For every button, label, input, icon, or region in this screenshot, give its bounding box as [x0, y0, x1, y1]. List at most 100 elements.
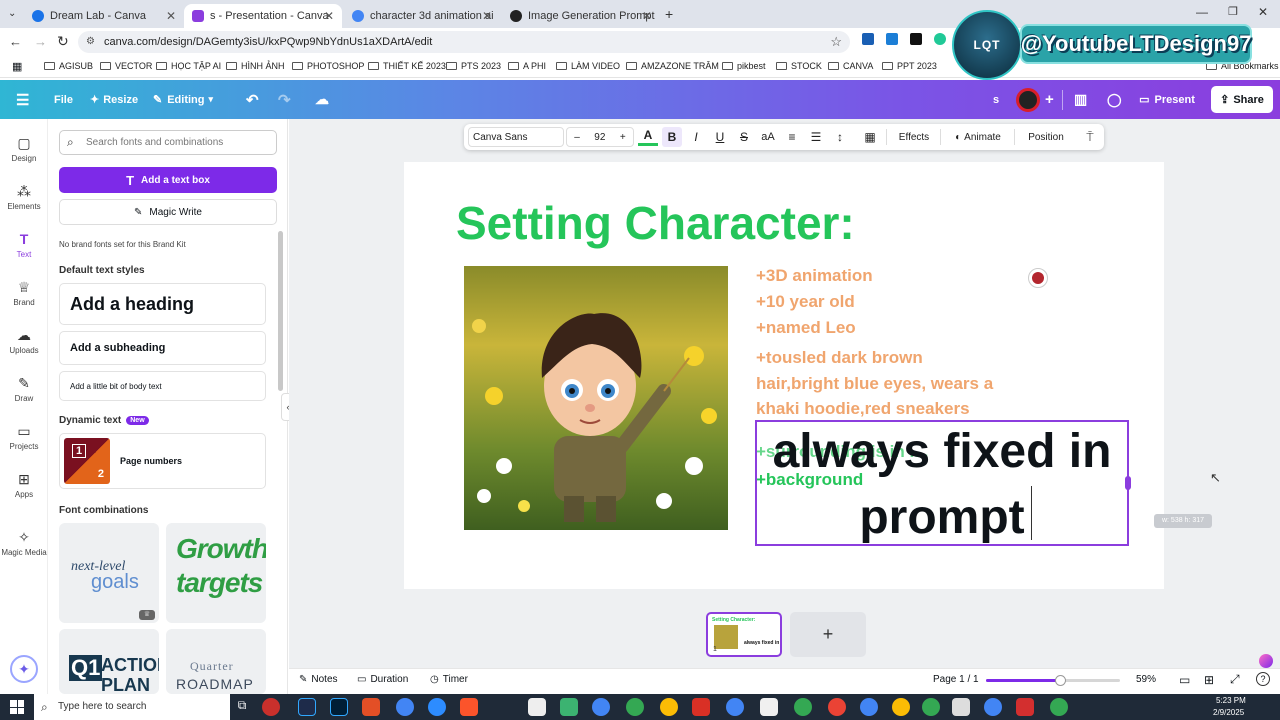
font-combo-quarter-roadmap[interactable]: Quarter ROADMAP — [166, 629, 266, 694]
resize-button[interactable]: ✦ Resize — [90, 80, 138, 119]
task-view-icon[interactable]: ⧉ — [233, 698, 251, 716]
bookmark-folder[interactable]: HÌNH ẢNH — [226, 61, 285, 71]
taskbar-app-icon[interactable] — [828, 698, 846, 716]
taskbar-app-icon[interactable] — [794, 698, 812, 716]
bookmark-folder[interactable]: A PHI — [508, 61, 546, 71]
bookmark-folder[interactable]: AMZAZONE TRÂM — [626, 61, 719, 71]
magic-write-button[interactable]: ✎ Magic Write — [59, 199, 277, 225]
bookmark-folder[interactable]: PHOTOSHOP — [292, 61, 364, 71]
selected-text-box[interactable]: always fixed in prompt — [755, 420, 1129, 546]
trait-hair[interactable]: +tousled dark brown — [756, 348, 923, 368]
taskbar-app-icon[interactable] — [428, 698, 446, 716]
duration-button[interactable]: ▭ Duration — [357, 674, 408, 685]
browser-tab-1[interactable]: Dream Lab - Canva ✕ — [24, 4, 184, 28]
taskbar-app-icon[interactable] — [1016, 698, 1034, 716]
tab-list-chevron-icon[interactable]: ⌄ — [8, 8, 16, 19]
taskbar-app-icon[interactable] — [760, 698, 778, 716]
extension-icon[interactable] — [862, 33, 874, 45]
rail-brand[interactable]: ♕ Brand — [0, 279, 48, 307]
effects-button[interactable]: Effects — [894, 124, 934, 150]
zoom-value[interactable]: 59% — [1136, 674, 1156, 685]
extension-icon[interactable] — [934, 33, 946, 45]
panel-scrollbar[interactable] — [278, 231, 283, 391]
minimize-window-icon[interactable]: — — [1196, 5, 1208, 19]
fullscreen-icon[interactable]: ⤢ — [1230, 672, 1240, 687]
site-info-icon[interactable]: ⚙ — [86, 31, 95, 53]
bookmark-folder[interactable]: CANVA — [828, 61, 873, 71]
rail-apps[interactable]: ⊞ Apps — [0, 471, 48, 499]
rail-projects[interactable]: ▭ Projects — [0, 423, 48, 451]
main-menu-hamburger-icon[interactable]: ☰ — [16, 80, 29, 119]
bold-icon[interactable]: B — [662, 127, 682, 147]
font-combo-next-level-goals[interactable]: next-level goals ♕ — [59, 523, 159, 623]
zoom-slider-thumb[interactable] — [1054, 675, 1066, 686]
rail-design[interactable]: ▢ Design — [0, 135, 48, 163]
url-field[interactable]: ⚙ canva.com/design/DAGemty3isU/kxPQwp9Nb… — [78, 31, 850, 53]
transparency-icon[interactable]: ▦ — [860, 124, 880, 150]
close-window-icon[interactable]: ✕ — [1258, 5, 1268, 19]
bookmark-star-icon[interactable]: ☆ — [830, 31, 842, 53]
font-search-field[interactable]: ⌕ Search fonts and combinations — [59, 130, 277, 155]
rail-elements[interactable]: ⁂ Elements — [0, 183, 48, 211]
trait-clothes[interactable]: khaki hoodie,red sneakers — [756, 399, 970, 419]
browser-tab-3[interactable]: character 3d animation ai - Go ✕ — [344, 4, 500, 28]
bookmark-folder[interactable]: STOCK — [776, 61, 822, 71]
zoom-slider[interactable] — [986, 675, 1120, 686]
taskbar-search-box[interactable]: ⌕ Type here to search — [34, 694, 230, 720]
user-avatar[interactable] — [1016, 88, 1040, 112]
close-tab-icon[interactable]: ✕ — [166, 9, 176, 23]
apps-grid-icon[interactable]: ▦ — [12, 60, 22, 73]
editing-mode-button[interactable]: ✎ Editing ▾ — [153, 80, 213, 119]
bookmark-folder[interactable]: VECTOR — [100, 61, 152, 71]
character-image[interactable] — [464, 266, 728, 530]
taskbar-app-icon[interactable] — [528, 698, 546, 716]
add-page-button[interactable]: + — [790, 612, 866, 657]
bookmark-folder[interactable]: PPT 2023 — [882, 61, 937, 71]
taskbar-app-icon[interactable] — [892, 698, 910, 716]
slide-title[interactable]: Setting Character: — [456, 196, 855, 250]
extension-icon[interactable] — [886, 33, 898, 45]
extension-icon[interactable] — [910, 33, 922, 45]
underline-icon[interactable]: U — [710, 124, 730, 150]
letter-case-icon[interactable]: aA — [758, 124, 778, 150]
clock-date[interactable]: 2/9/2025 — [1213, 708, 1244, 717]
close-tab-icon[interactable]: ✕ — [324, 9, 334, 23]
text-color-icon[interactable]: A — [638, 126, 658, 146]
notes-button[interactable]: ✎ Notes — [299, 674, 338, 685]
taskbar-app-icon[interactable] — [396, 698, 414, 716]
taskbar-app-icon[interactable] — [460, 698, 478, 716]
redo-icon[interactable]: ↷ — [278, 80, 291, 119]
comments-icon[interactable]: ◯ — [1107, 80, 1122, 119]
font-size-value[interactable]: 92 — [594, 132, 605, 143]
browser-tab-2[interactable]: s - Presentation - Canva ✕ — [184, 4, 342, 28]
bookmark-folder[interactable]: pikbest — [722, 61, 766, 71]
windows-start-icon[interactable] — [10, 700, 24, 714]
page-numbers-option[interactable]: 12 Page numbers — [59, 433, 266, 489]
font-combo-q1-action-plan[interactable]: Q1 ACTION PLAN — [59, 629, 159, 694]
decrease-size-button[interactable]: – — [574, 132, 580, 143]
taskbar-app-icon[interactable] — [298, 698, 316, 716]
assistant-orb-icon[interactable] — [1259, 654, 1273, 668]
taskbar-app-icon[interactable] — [626, 698, 644, 716]
pages-view-icon[interactable]: ▭ — [1179, 673, 1190, 687]
taskbar-app-icon[interactable] — [262, 698, 280, 716]
taskbar-app-icon[interactable] — [1050, 698, 1068, 716]
trait-eyes[interactable]: hair,bright blue eyes, wears a — [756, 374, 993, 394]
add-heading-option[interactable]: Add a heading — [59, 283, 266, 325]
animate-button[interactable]: ◐ Animate — [948, 124, 1008, 150]
trait-3d-animation[interactable]: +3D animation — [756, 266, 873, 286]
undo-icon[interactable]: ↶ — [246, 80, 259, 119]
taskbar-app-icon[interactable] — [692, 698, 710, 716]
file-menu-button[interactable]: File — [54, 80, 73, 119]
page-indicator[interactable]: Page 1 / 1 — [933, 674, 979, 685]
taskbar-app-icon[interactable] — [592, 698, 610, 716]
close-tab-icon[interactable]: ✕ — [482, 9, 492, 23]
grid-view-icon[interactable]: ⊞ — [1204, 673, 1214, 687]
rail-magic-media[interactable]: ✧ Magic Media — [0, 529, 48, 557]
taskbar-app-icon[interactable] — [726, 698, 744, 716]
taskbar-app-icon[interactable] — [984, 698, 1002, 716]
bookmark-folder[interactable]: LÀM VIDEO — [556, 61, 620, 71]
reload-icon[interactable]: ↻ — [57, 33, 69, 50]
rail-text[interactable]: T Text — [0, 231, 48, 259]
increase-size-button[interactable]: + — [620, 132, 626, 143]
